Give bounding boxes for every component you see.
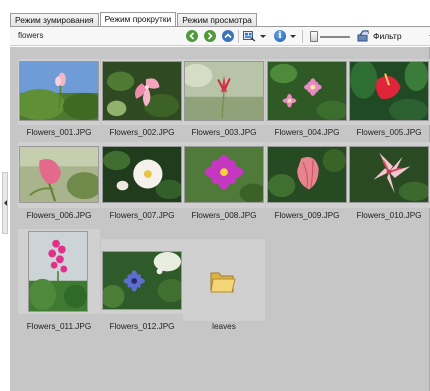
thumbnail-item[interactable]: Flowers_006.JPG (18, 142, 100, 222)
thumbnail-item[interactable]: Flowers_011.JPG (18, 229, 100, 331)
photo-thumbnail (102, 61, 182, 121)
folder-item[interactable]: leaves (183, 239, 265, 331)
photo-thumbnail (267, 61, 347, 121)
photo-thumbnail (102, 146, 182, 203)
back-icon (189, 32, 195, 40)
thumbnail-size-slider-thumb[interactable] (310, 31, 318, 42)
thumbnail-item[interactable]: Flowers_002.JPG (101, 59, 183, 139)
tab-view-mode[interactable]: Режим просмотра (177, 13, 257, 26)
thumbnail-item[interactable]: Flowers_003.JPG (183, 59, 265, 139)
photo-thumbnail (19, 61, 99, 121)
photo-thumbnail (19, 146, 99, 203)
thumbnail-item[interactable]: Flowers_012.JPG (101, 239, 183, 331)
photo-thumbnail (28, 231, 88, 312)
up-arrow-icon (224, 33, 232, 39)
photo-thumbnail (102, 251, 182, 310)
file-name-label: Flowers_003.JPG (191, 128, 257, 137)
view-mode-dropdown-arrow-icon[interactable] (260, 35, 266, 38)
back-button[interactable] (186, 30, 198, 42)
thumbnail-item[interactable]: Flowers_009.JPG (266, 142, 348, 222)
up-folder-button[interactable] (222, 30, 234, 42)
toolbar-separator (302, 30, 303, 43)
folder-name-label: leaves (212, 322, 236, 331)
thumbnail-item[interactable]: Flowers_008.JPG (183, 142, 265, 222)
tab-zoom-mode[interactable]: Режим зумирования (10, 13, 99, 26)
file-name-label: Flowers_002.JPG (109, 128, 175, 137)
photo-thumbnail (349, 146, 429, 203)
file-name-label: Flowers_004.JPG (274, 128, 340, 137)
file-name-label: Flowers_008.JPG (191, 211, 257, 220)
folder-icon (210, 272, 236, 293)
photo-thumbnail (184, 61, 264, 121)
file-name-label: Flowers_005.JPG (356, 128, 422, 137)
info-button[interactable]: i (274, 30, 286, 42)
info-dropdown-arrow-icon[interactable] (290, 35, 296, 38)
file-name-label: Flowers_007.JPG (109, 211, 175, 220)
thumbnail-size-slider-track[interactable] (320, 36, 350, 38)
toolbar: flowers i Фильтр (10, 27, 430, 46)
file-name-label: Flowers_006.JPG (26, 211, 92, 220)
panel-splitter-handle[interactable] (2, 172, 8, 234)
filter-button-label[interactable]: Фильтр (373, 31, 402, 41)
thumbnail-item[interactable]: Flowers_005.JPG (348, 59, 430, 139)
file-name-label: Flowers_011.JPG (26, 322, 92, 331)
toolbar-separator (238, 30, 239, 43)
forward-icon (207, 32, 213, 40)
thumbnail-item[interactable]: Flowers_007.JPG (101, 142, 183, 222)
folder-path-label: flowers (18, 31, 44, 40)
thumbnail-grid[interactable]: Flowers_001.JPG Flowers_002.JPG Flowers_… (10, 47, 430, 391)
view-mode-icon[interactable] (243, 30, 256, 42)
file-name-label: Flowers_010.JPG (356, 211, 422, 220)
forward-button[interactable] (204, 30, 216, 42)
file-name-label: Flowers_012.JPG (109, 322, 175, 331)
photo-thumbnail (184, 146, 264, 203)
photo-thumbnail (267, 146, 347, 203)
file-name-label: Flowers_009.JPG (274, 211, 340, 220)
thumbnail-item[interactable]: Flowers_001.JPG (18, 59, 100, 139)
left-gutter (0, 0, 10, 391)
thumbnail-item[interactable]: Flowers_004.JPG (266, 59, 348, 139)
thumbnail-item[interactable]: Flowers_010.JPG (348, 142, 430, 222)
collapse-arrow-icon (3, 200, 7, 206)
file-name-label: Flowers_001.JPG (26, 128, 92, 137)
view-mode-tabs: Режим зумирования Режим прокрутки Режим … (10, 12, 430, 27)
photo-thumbnail (349, 61, 429, 121)
filter-icon[interactable] (357, 30, 370, 43)
tab-scroll-mode[interactable]: Режим прокрутки (99, 12, 177, 27)
